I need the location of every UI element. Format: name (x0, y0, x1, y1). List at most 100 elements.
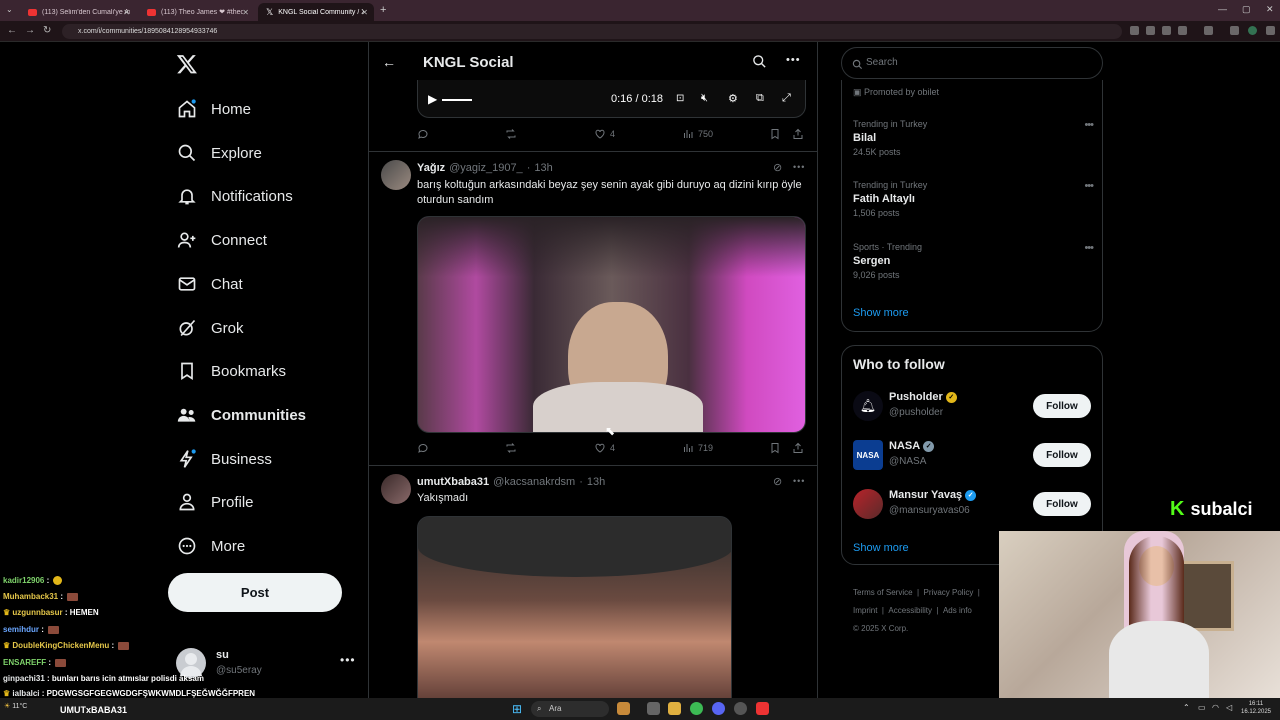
trend-item[interactable]: Trending in Turkey Bilal 24.5K posts ••• (853, 119, 1094, 157)
author-name[interactable]: umutXbaba31 (417, 476, 489, 488)
captions-icon[interactable]: ⊡ (676, 93, 684, 104)
chrome-icon[interactable] (690, 702, 703, 715)
close-icon[interactable]: ✕ (242, 8, 249, 17)
sidebar-item-notifications[interactable]: Notifications (176, 181, 293, 211)
volume-icon[interactable]: ◁ (1226, 703, 1232, 712)
views-button[interactable]: 750 (682, 128, 713, 140)
weather-widget[interactable]: ☀ 11°C (4, 702, 27, 710)
more-dots-icon[interactable]: ••• (786, 54, 801, 66)
avatar[interactable] (381, 474, 411, 504)
follow-suggestion[interactable]: 🔔︎ Pusholder ✓ @pusholder Follow (853, 387, 1093, 425)
discord-icon[interactable] (712, 702, 725, 715)
tweet-image[interactable] (417, 516, 732, 720)
address-bar[interactable]: x.com/i/communities/1895084128954933746 (62, 24, 1122, 39)
minimize-icon[interactable]: — (1218, 4, 1227, 14)
bookmark-icon[interactable] (769, 128, 781, 140)
tweet-time[interactable]: 13h (587, 476, 605, 488)
taskbar-app-icon[interactable] (617, 702, 630, 715)
sidebar-item-bookmarks[interactable]: Bookmarks (176, 356, 286, 386)
avatar[interactable] (381, 160, 411, 190)
more-dots-icon[interactable]: ••• (1084, 242, 1094, 254)
play-icon[interactable]: ▶ (428, 92, 437, 106)
pip-icon[interactable]: ⧉ (756, 92, 764, 105)
reply-icon[interactable] (417, 128, 429, 140)
search-input[interactable]: Search (841, 47, 1103, 79)
repost-icon[interactable] (505, 128, 517, 140)
reload-icon[interactable]: ↻ (43, 25, 51, 36)
bookmark-icon[interactable] (769, 442, 781, 454)
sidebar-item-explore[interactable]: Explore (176, 138, 262, 168)
sidebar-item-more[interactable]: More (176, 531, 245, 561)
back-arrow-icon[interactable]: ← (382, 54, 396, 70)
extension-icon[interactable] (1162, 26, 1171, 35)
profile-avatar[interactable] (1248, 26, 1257, 35)
reply-icon[interactable] (417, 442, 429, 454)
more-dots-icon[interactable]: ••• (1084, 119, 1094, 131)
extension-icon[interactable] (1130, 26, 1139, 35)
menu-icon[interactable] (1266, 26, 1275, 35)
new-tab-icon[interactable]: + (380, 4, 386, 16)
repost-icon[interactable] (505, 442, 517, 454)
follow-button[interactable]: Follow (1033, 443, 1091, 467)
follow-button[interactable]: Follow (1033, 492, 1091, 516)
footer-link[interactable]: Terms of Service (853, 588, 913, 597)
grok-icon[interactable]: ⊘ (773, 161, 782, 174)
taskbar-search[interactable]: ⌕ Ara (531, 701, 609, 717)
share-icon[interactable] (792, 442, 804, 454)
more-dots-icon[interactable]: ••• (793, 162, 805, 172)
system-clock[interactable]: 16:11 16.12.2025 (1238, 700, 1274, 716)
tab-search-icon[interactable]: ⌄ (6, 5, 13, 14)
network-icon[interactable]: ▭ (1198, 703, 1206, 712)
footer-link[interactable]: Imprint (853, 606, 877, 615)
author-handle[interactable]: @kacsanakrdsm (493, 476, 575, 488)
close-icon[interactable]: ✕ (123, 8, 130, 17)
extension-icon[interactable] (1230, 26, 1239, 35)
youtube-icon[interactable] (756, 702, 769, 715)
browser-tab-3[interactable]: 𝕏 KNGL Social Community / X ✕ (258, 3, 374, 21)
sidebar-item-connect[interactable]: Connect (176, 225, 267, 255)
video-player[interactable]: ▶ 0:16 / 0:18 ⊡ 🔇︎ ⚙ ⧉ ⤢ (417, 80, 806, 118)
more-dots-icon[interactable]: ••• (793, 476, 805, 486)
forward-icon[interactable]: → (25, 25, 35, 36)
sidebar-item-profile[interactable]: Profile (176, 487, 254, 517)
more-dots-icon[interactable]: ••• (1084, 180, 1094, 192)
sidebar-item-home[interactable]: Home (176, 94, 251, 124)
search-icon[interactable] (752, 54, 767, 74)
close-icon[interactable]: ✕ (361, 8, 368, 17)
taskbar-app-icon[interactable] (647, 702, 660, 715)
maximize-icon[interactable]: ▢ (1242, 4, 1251, 15)
footer-link[interactable]: Accessibility (888, 606, 932, 615)
fullscreen-icon[interactable]: ⤢ (782, 92, 791, 105)
tray-chevron-icon[interactable]: ⌃ (1183, 703, 1190, 712)
trend-item[interactable]: Trending in Turkey Fatih Altaylı 1,506 p… (853, 180, 1094, 218)
sidebar-item-communities[interactable]: Communities (176, 400, 306, 430)
windows-start-icon[interactable]: ⊞ (512, 702, 522, 716)
browser-tab-2[interactable]: (113) Theo James ❤ #theojam... ✕ (139, 3, 255, 21)
sidebar-item-chat[interactable]: Chat (176, 269, 243, 299)
folder-icon[interactable] (668, 702, 681, 715)
author-name[interactable]: Yağız (417, 162, 445, 174)
author-handle[interactable]: @yagiz_1907_ (449, 162, 523, 174)
views-button[interactable]: 719 (682, 442, 713, 454)
star-icon[interactable] (1178, 26, 1187, 35)
x-logo-icon[interactable] (176, 53, 200, 77)
sidebar-item-business[interactable]: Business (176, 444, 272, 474)
footer-link[interactable]: Privacy Policy (924, 588, 974, 597)
show-more-link[interactable]: Show more (853, 542, 909, 554)
like-button[interactable]: 4 (594, 442, 615, 454)
taskbar-app-icon[interactable] (734, 702, 747, 715)
share-icon[interactable] (792, 128, 804, 140)
more-dots-icon[interactable]: ••• (340, 653, 356, 667)
promoted-label[interactable]: ▣ Promoted by obilet (853, 87, 939, 98)
settings-icon[interactable]: ⚙ (728, 92, 738, 105)
follow-button[interactable]: Follow (1033, 394, 1091, 418)
extension-icon[interactable] (1204, 26, 1213, 35)
sidebar-item-grok[interactable]: Grok (176, 313, 244, 343)
footer-link[interactable]: Ads info (943, 606, 972, 615)
grok-icon[interactable]: ⊘ (773, 475, 782, 488)
show-more-link[interactable]: Show more (853, 307, 909, 319)
wifi-icon[interactable]: ◠ (1212, 703, 1219, 712)
follow-suggestion[interactable]: Mansur Yavaş ✓ @mansuryavas06 Follow (853, 485, 1093, 523)
zoom-icon[interactable] (1146, 26, 1155, 35)
video-progress[interactable] (442, 99, 472, 101)
